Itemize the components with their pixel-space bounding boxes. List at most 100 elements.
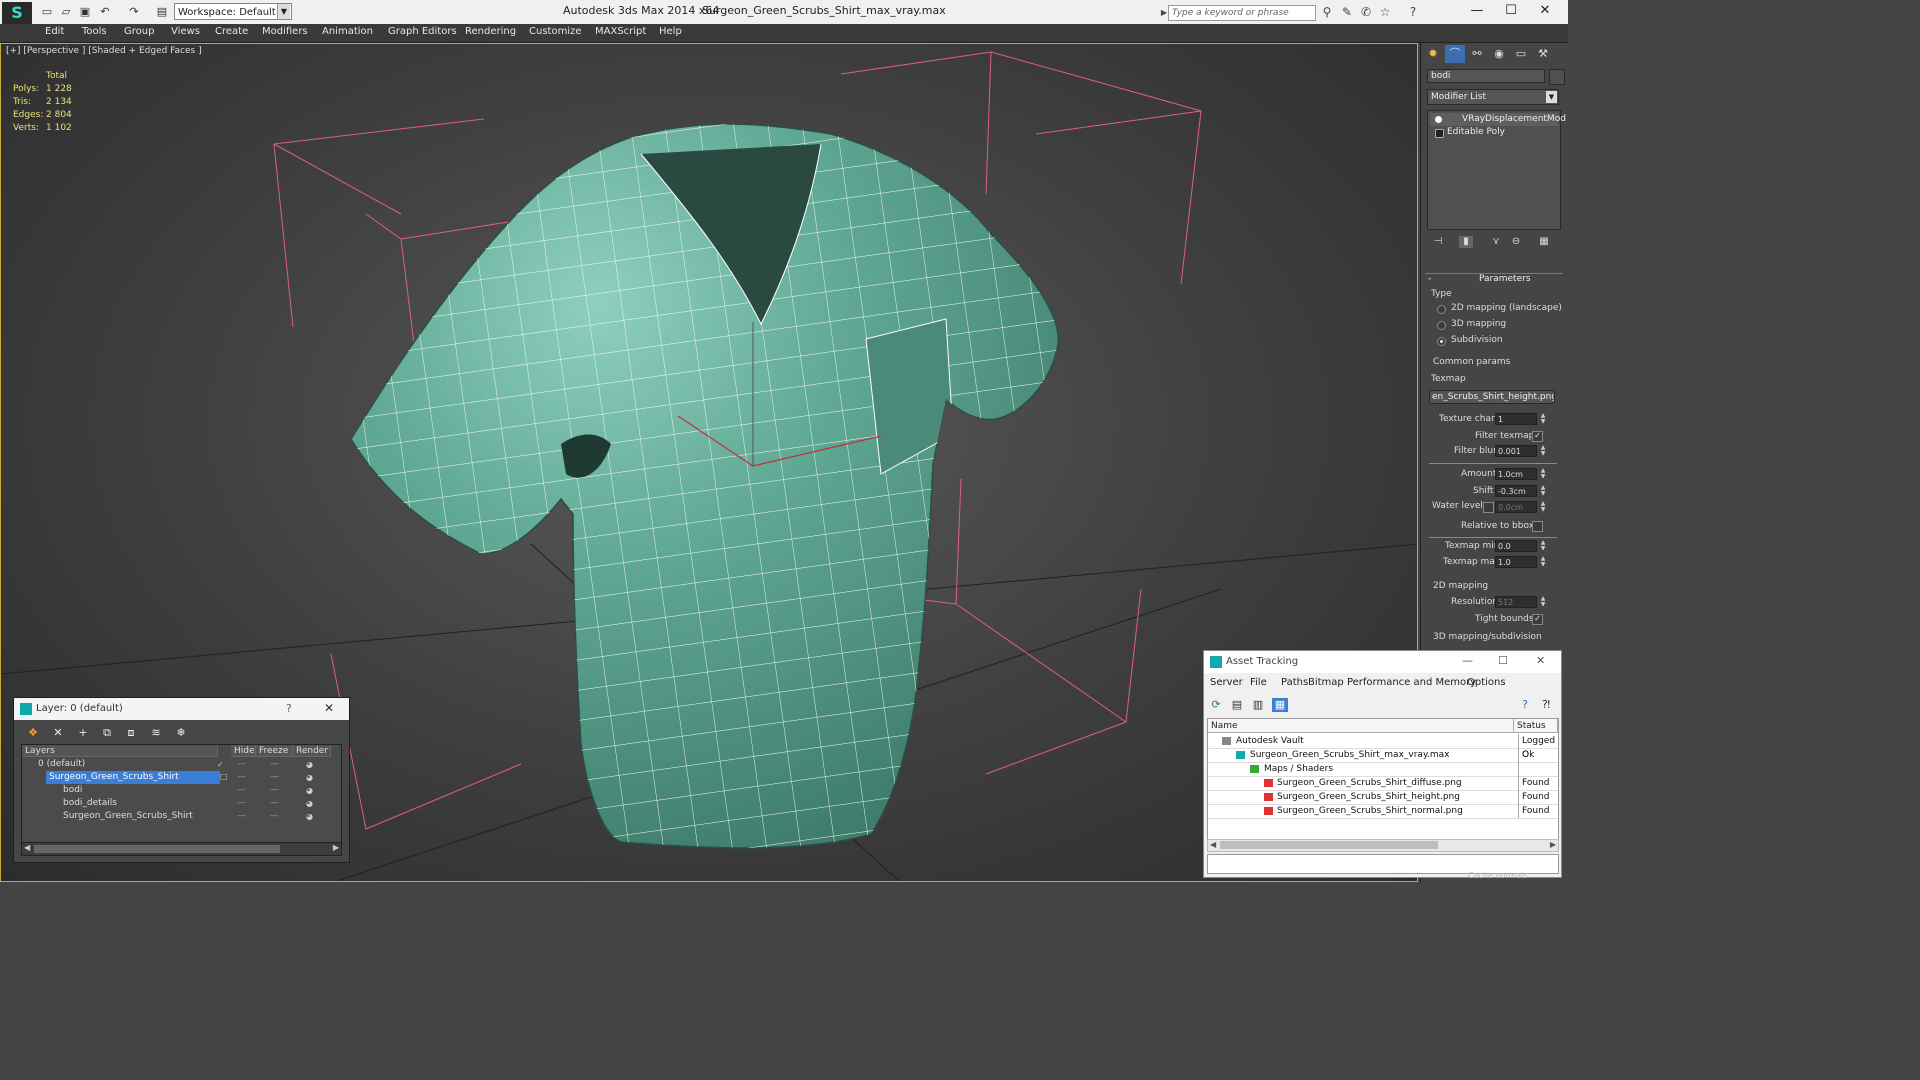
workspace-select[interactable]: Workspace: Default ▼ (174, 3, 292, 20)
make-unique-icon[interactable]: ⋎ (1489, 236, 1503, 248)
minimize-icon[interactable]: — (1462, 654, 1473, 667)
asset-row[interactable]: Autodesk Vault Logged O (1208, 734, 1558, 760)
freeze-toggle[interactable]: — (270, 758, 279, 771)
spinner-arrows-icon[interactable]: ▲ ▼ (1539, 413, 1547, 425)
spinner-arrows-icon[interactable]: ▲ ▼ (1539, 485, 1547, 497)
layer-row[interactable]: Surgeon_Green_Scrubs_Shirt ☐ — — ◕ (22, 771, 341, 784)
radio-2d-mapping[interactable]: 2D mapping (landscape) (1437, 303, 1562, 314)
water-level-checkbox[interactable] (1483, 502, 1494, 513)
hide-toggle[interactable]: — (237, 797, 246, 810)
subscription-icon[interactable]: ✎ (1340, 6, 1354, 19)
expand-box-icon[interactable] (1435, 129, 1444, 138)
asset-menu-file[interactable]: File (1250, 677, 1267, 688)
texmap-button[interactable]: en_Scrubs_Shirt_height.png) (1429, 390, 1555, 404)
relative-to-bbox-checkbox[interactable] (1532, 521, 1543, 532)
layer-row[interactable]: bodi_details — — ◕ (22, 797, 341, 810)
parameters-rollout[interactable]: - Parameters (1425, 273, 1563, 286)
asset-row[interactable]: Surgeon_Green_Scrubs_Shirt_diffuse.png F… (1208, 776, 1558, 791)
undo-icon[interactable]: ↶ (98, 5, 112, 18)
favorites-star-icon[interactable]: ☆ (1378, 6, 1392, 19)
teapot-icon[interactable]: ◕ (306, 758, 313, 771)
modify-tab-curve-icon[interactable]: ⌒ (1445, 45, 1465, 63)
save-file-icon[interactable]: ▣ (78, 5, 92, 18)
lightbulb-icon[interactable] (1435, 116, 1442, 123)
col-layers[interactable]: Layers (22, 745, 218, 757)
menu-group[interactable]: Group (124, 26, 154, 37)
maximize-icon[interactable]: ☐ (1496, 2, 1526, 20)
menu-animation[interactable]: Animation (322, 26, 373, 37)
scroll-left-icon[interactable]: ◀ (1210, 840, 1216, 849)
teapot-icon[interactable]: ◕ (306, 797, 313, 810)
col-status[interactable]: Status (1514, 719, 1558, 733)
refresh-icon[interactable]: ⟳ (1208, 698, 1224, 712)
active-layer-box-icon[interactable]: ☐ (220, 771, 227, 784)
menu-graph-editors[interactable]: Graph Editors (388, 26, 457, 37)
freeze-toggle[interactable]: — (270, 771, 279, 784)
close-icon[interactable]: ✕ (1530, 2, 1560, 20)
hide-toggle[interactable]: — (237, 758, 246, 771)
remove-modifier-icon[interactable]: ⊖ (1509, 236, 1523, 248)
filter-blur-spinner[interactable]: 0.001 (1495, 445, 1537, 457)
layer-row[interactable]: bodi — — ◕ (22, 784, 341, 797)
water-level-spinner[interactable]: 0.0cm (1495, 501, 1537, 513)
redo-icon[interactable]: ↷ (127, 5, 141, 18)
show-end-result-icon[interactable]: ▮ (1459, 236, 1473, 248)
horizontal-scrollbar[interactable]: ◀ ▶ (21, 842, 342, 856)
teapot-icon[interactable]: ◕ (306, 784, 313, 797)
binoculars-icon[interactable]: ⚲ (1320, 6, 1334, 19)
scroll-right-icon[interactable]: ▶ (1550, 840, 1556, 849)
spinner-arrows-icon[interactable]: ▲ ▼ (1539, 596, 1547, 608)
asset-row[interactable]: Surgeon_Green_Scrubs_Shirt_max_vray.max … (1208, 748, 1558, 763)
close-icon[interactable]: ✕ (1536, 654, 1545, 667)
menu-customize[interactable]: Customize (529, 26, 582, 37)
maximize-icon[interactable]: ☐ (1498, 654, 1508, 667)
context-help-icon[interactable]: ⁈ (1538, 698, 1554, 712)
col-name[interactable]: Name (1208, 719, 1514, 733)
texmap-max-spinner[interactable]: 1.0 (1495, 556, 1537, 568)
asset-menu-paths[interactable]: Paths (1281, 677, 1308, 688)
col-freeze[interactable]: Freeze (256, 745, 293, 757)
pin-stack-icon[interactable]: ⊣ (1431, 236, 1445, 248)
highlight-layer-icon[interactable]: ⧈ (124, 726, 138, 739)
display-tab-icon[interactable]: ▭ (1511, 45, 1531, 63)
menu-help[interactable]: Help (659, 26, 682, 37)
texture-chan-spinner[interactable]: 1 (1495, 413, 1537, 425)
menu-rendering[interactable]: Rendering (465, 26, 516, 37)
object-name-field[interactable]: bodi (1427, 69, 1545, 83)
filter-texmap-checkbox[interactable]: ✓ (1532, 431, 1543, 442)
texmap-min-spinner[interactable]: 0.0 (1495, 540, 1537, 552)
layer-row[interactable]: Surgeon_Green_Scrubs_Shirt — — ◕ (22, 810, 341, 823)
hide-toggle[interactable]: — (237, 771, 246, 784)
menu-maxscript[interactable]: MAXScript (595, 26, 646, 37)
stack-item-vraydisplacement[interactable]: VRayDisplacementMod (1430, 113, 1566, 126)
utilities-tab-wrench-icon[interactable]: ⚒ (1533, 45, 1553, 63)
spinner-arrows-icon[interactable]: ▲ ▼ (1539, 540, 1547, 552)
resolution-spinner[interactable]: 512 (1495, 596, 1537, 608)
amount-spinner[interactable]: 1.0cm (1495, 468, 1537, 480)
hide-toggle[interactable]: — (237, 810, 246, 823)
hide-toggle[interactable]: — (237, 784, 246, 797)
asset-window-titlebar[interactable]: Asset Tracking — ☐ ✕ (1204, 651, 1561, 673)
help-icon[interactable]: ? (286, 702, 292, 715)
layer-window-titlebar[interactable]: Layer: 0 (default) ? ✕ (14, 698, 349, 720)
help-icon[interactable]: ? (1517, 698, 1533, 712)
col-render[interactable]: Render (293, 745, 331, 757)
scroll-right-icon[interactable]: ▶ (333, 843, 339, 852)
motion-tab-icon[interactable]: ◉ (1489, 45, 1509, 63)
scrollbar-thumb[interactable] (34, 845, 280, 853)
freeze-toggle[interactable]: — (270, 797, 279, 810)
hierarchy-tab-icon[interactable]: ⚯ (1467, 45, 1487, 63)
spinner-arrows-icon[interactable]: ▲ ▼ (1539, 468, 1547, 480)
app-logo[interactable]: S (2, 2, 32, 24)
scroll-left-icon[interactable]: ◀ (24, 843, 30, 852)
scrollbar-thumb[interactable] (1220, 841, 1438, 849)
menu-views[interactable]: Views (171, 26, 200, 37)
configure-modifier-sets-icon[interactable]: ▦ (1537, 236, 1551, 248)
tree-view-icon[interactable]: ▥ (1250, 698, 1266, 712)
hide-all-layers-icon[interactable]: ≋ (149, 726, 163, 739)
open-file-icon[interactable]: ▱ (59, 5, 73, 18)
teapot-icon[interactable]: ◕ (306, 771, 313, 784)
freeze-toggle[interactable]: — (270, 810, 279, 823)
viewport-label[interactable]: [+] [Perspective ] [Shaded + Edged Faces… (6, 46, 202, 56)
object-color-swatch[interactable] (1549, 69, 1565, 85)
